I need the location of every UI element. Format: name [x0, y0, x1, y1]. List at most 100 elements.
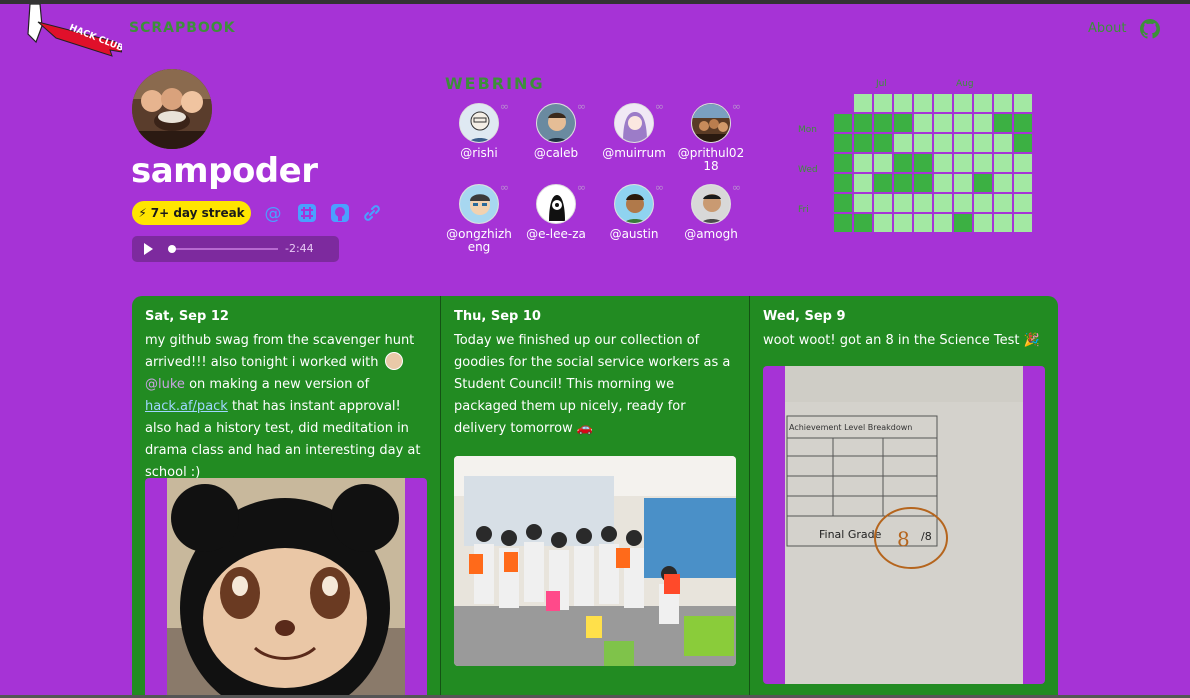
heatmap-day-cell[interactable]	[854, 194, 872, 212]
heatmap-day-cell[interactable]	[974, 194, 992, 212]
webring-avatar[interactable]	[614, 103, 654, 143]
heatmap-day-cell[interactable]	[1014, 214, 1032, 232]
heatmap-day-cell[interactable]	[914, 134, 932, 152]
heatmap-day-cell[interactable]	[954, 114, 972, 132]
heatmap-day-cell[interactable]	[914, 154, 932, 172]
audio-progress-track[interactable]	[170, 248, 278, 250]
webring-avatar[interactable]	[691, 184, 731, 224]
heatmap-day-cell[interactable]	[894, 174, 912, 192]
heatmap-day-cell[interactable]	[1014, 134, 1032, 152]
webring-handle[interactable]: @rishi	[437, 147, 521, 160]
heatmap-day-cell[interactable]	[854, 154, 872, 172]
heatmap-day-cell[interactable]	[894, 94, 912, 112]
heatmap-day-cell[interactable]	[914, 114, 932, 132]
webring-member[interactable]: ∞ @muirrum	[592, 100, 676, 160]
webring-handle[interactable]: @austin	[592, 228, 676, 241]
heatmap-day-cell[interactable]	[954, 194, 972, 212]
heatmap-day-cell[interactable]	[914, 214, 932, 232]
heatmap-day-cell[interactable]	[854, 174, 872, 192]
heatmap-day-cell[interactable]	[934, 94, 952, 112]
heatmap-day-cell[interactable]	[834, 214, 852, 232]
heatmap-day-cell[interactable]	[994, 134, 1012, 152]
heatmap-day-cell[interactable]	[934, 134, 952, 152]
heatmap-day-cell[interactable]	[954, 174, 972, 192]
webring-avatar[interactable]	[614, 184, 654, 224]
webring-avatar[interactable]	[459, 184, 499, 224]
heatmap-day-cell[interactable]	[914, 174, 932, 192]
heatmap-day-cell[interactable]	[974, 114, 992, 132]
heatmap-day-cell[interactable]	[834, 154, 852, 172]
post-image[interactable]: Achievement Level Breakdown Final Grade …	[763, 366, 1045, 684]
heatmap-day-cell[interactable]	[874, 214, 892, 232]
heatmap-day-cell[interactable]	[994, 94, 1012, 112]
github-icon[interactable]	[1140, 19, 1160, 39]
post-card[interactable]: Thu, Sep 10 Today we finished up our col…	[441, 296, 749, 698]
heatmap-day-cell[interactable]	[954, 134, 972, 152]
webring-avatar[interactable]	[459, 103, 499, 143]
heatmap-day-cell[interactable]	[994, 114, 1012, 132]
heatmap-day-cell[interactable]	[994, 214, 1012, 232]
slack-icon[interactable]	[297, 203, 317, 223]
webring-avatar[interactable]	[536, 103, 576, 143]
webring-member[interactable]: ∞ @amogh	[669, 181, 753, 241]
webring-avatar[interactable]	[691, 103, 731, 143]
heatmap-day-cell[interactable]	[974, 174, 992, 192]
heatmap-day-cell[interactable]	[1014, 114, 1032, 132]
webring-handle[interactable]: @amogh	[669, 228, 753, 241]
heatmap-day-cell[interactable]	[894, 134, 912, 152]
heatmap-day-cell[interactable]	[994, 194, 1012, 212]
heatmap-day-cell[interactable]	[894, 194, 912, 212]
mention-avatar[interactable]	[384, 352, 403, 370]
webring-handle[interactable]: @e-lee-za	[514, 228, 598, 241]
heatmap-day-cell[interactable]	[1014, 94, 1032, 112]
heatmap-day-cell[interactable]	[914, 194, 932, 212]
heatmap-day-cell[interactable]	[934, 194, 952, 212]
post-card[interactable]: Sat, Sep 12 my github swag from the scav…	[132, 296, 440, 698]
heatmap-day-cell[interactable]	[974, 134, 992, 152]
post-image[interactable]	[145, 478, 427, 698]
webring-member[interactable]: ∞ @prithul02 18	[669, 100, 753, 173]
heatmap-day-cell[interactable]	[874, 114, 892, 132]
audio-player[interactable]: -2:44	[132, 236, 339, 262]
heatmap-day-cell[interactable]	[874, 174, 892, 192]
website-link-icon[interactable]	[362, 203, 382, 223]
heatmap-day-cell[interactable]	[874, 94, 892, 112]
heatmap-day-cell[interactable]	[834, 134, 852, 152]
about-link[interactable]: About	[1088, 21, 1126, 36]
user-mention-link[interactable]: @luke	[145, 377, 185, 392]
heatmap-day-cell[interactable]	[894, 114, 912, 132]
audio-progress-knob[interactable]	[168, 245, 176, 253]
post-card[interactable]: Wed, Sep 9 woot woot! got an 8 in the Sc…	[750, 296, 1058, 698]
heatmap-day-cell[interactable]	[954, 94, 972, 112]
webring-handle[interactable]: @ongzhizh eng	[437, 228, 521, 254]
heatmap-day-cell[interactable]	[874, 154, 892, 172]
heatmap-day-cell[interactable]	[1014, 154, 1032, 172]
heatmap-day-cell[interactable]	[1014, 194, 1032, 212]
post-image[interactable]	[454, 456, 736, 666]
heatmap-day-cell[interactable]	[854, 94, 872, 112]
heatmap-day-cell[interactable]	[934, 214, 952, 232]
heatmap-day-cell[interactable]	[974, 154, 992, 172]
webring-handle[interactable]: @caleb	[514, 147, 598, 160]
webring-handle[interactable]: @muirrum	[592, 147, 676, 160]
webring-member[interactable]: ∞ @rishi	[437, 100, 521, 160]
heatmap-day-cell[interactable]	[994, 174, 1012, 192]
brand-title[interactable]: SCRAPBOOK	[129, 20, 236, 36]
post-link[interactable]: hack.af/pack	[145, 399, 228, 414]
heatmap-day-cell[interactable]	[834, 194, 852, 212]
heatmap-day-cell[interactable]	[974, 94, 992, 112]
heatmap-day-cell[interactable]	[934, 114, 952, 132]
heatmap-day-cell[interactable]	[954, 214, 972, 232]
github-profile-icon[interactable]	[330, 203, 350, 223]
hack-club-flag-logo[interactable]: HACK CLUB	[26, 4, 122, 60]
heatmap-day-cell[interactable]	[874, 134, 892, 152]
heatmap-day-cell[interactable]	[854, 114, 872, 132]
play-icon[interactable]	[144, 243, 153, 255]
heatmap-day-cell[interactable]	[874, 194, 892, 212]
heatmap-day-cell[interactable]	[974, 214, 992, 232]
heatmap-day-cell[interactable]	[854, 214, 872, 232]
webring-member[interactable]: ∞ @ongzhizh eng	[437, 181, 521, 254]
heatmap-day-cell[interactable]	[834, 114, 852, 132]
heatmap-day-cell[interactable]	[834, 174, 852, 192]
heatmap-day-cell[interactable]	[994, 154, 1012, 172]
